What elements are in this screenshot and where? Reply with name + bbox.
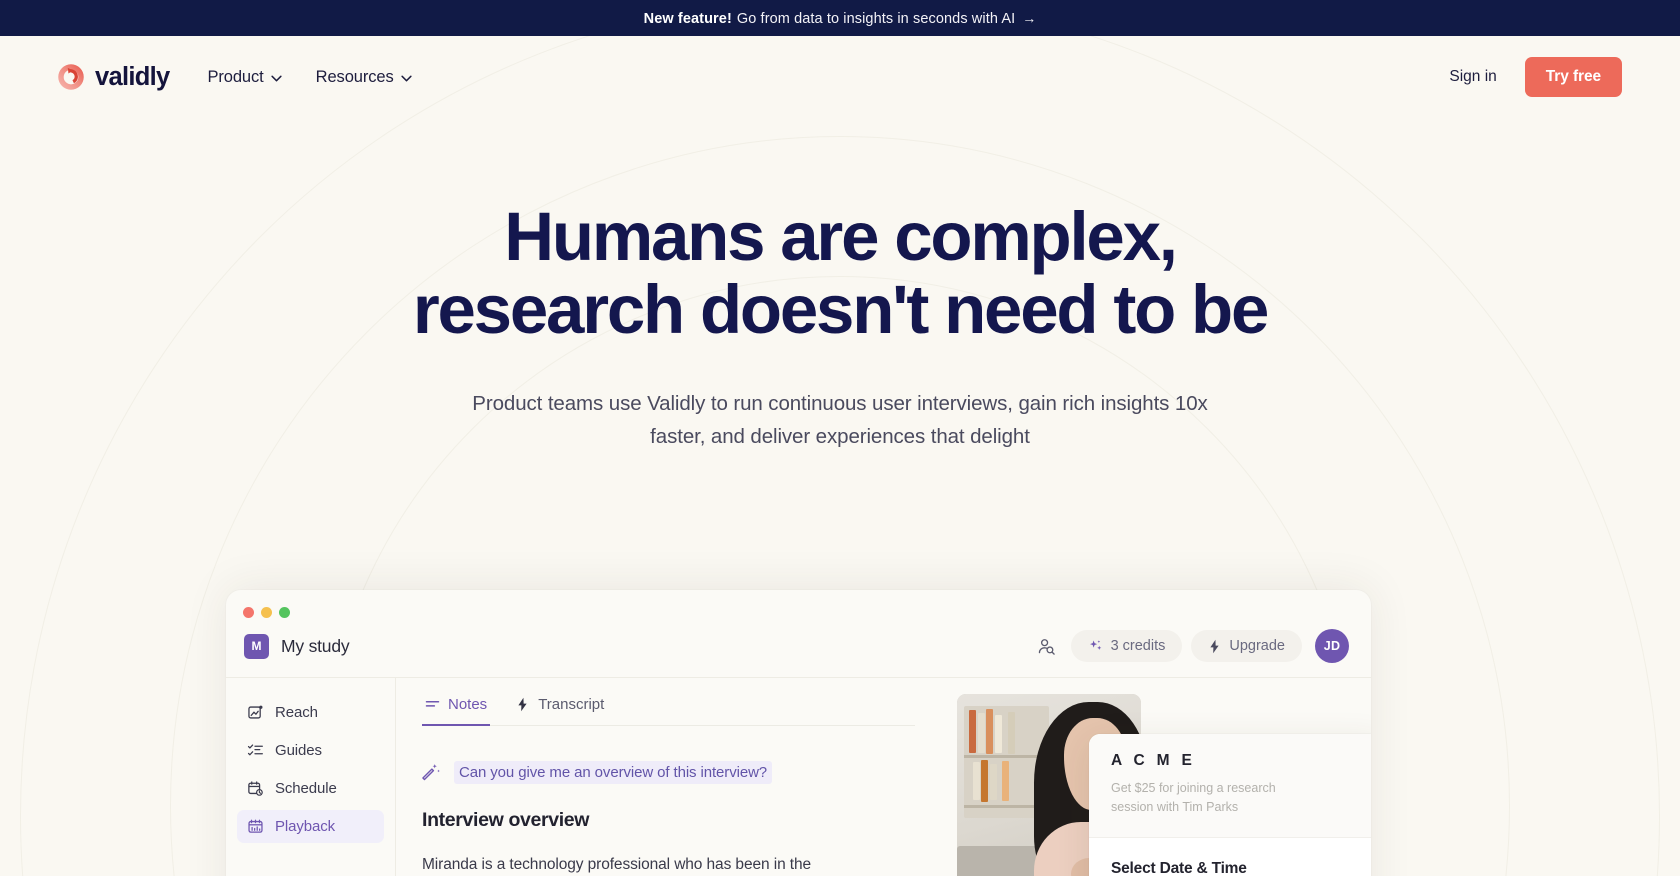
nav-item-resources[interactable]: Resources (316, 68, 412, 87)
announcement-bar[interactable]: New feature! Go from data to insights in… (0, 0, 1680, 36)
brand-logo-link[interactable]: validly (56, 62, 170, 92)
tab-transcript[interactable]: Transcript (512, 696, 607, 726)
app-header: M My study 3 credits Upgrade JD (226, 618, 1371, 678)
credits-pill[interactable]: 3 credits (1070, 630, 1183, 662)
checklist-icon (247, 744, 263, 756)
notes-pane: Notes Transcript Can you give me an over… (396, 678, 941, 876)
notes-tabs: Notes Transcript (422, 696, 915, 726)
notes-body: Miranda is a technology professional who… (422, 856, 812, 873)
sidebar-item-guides-label: Guides (275, 742, 322, 759)
nav-item-product[interactable]: Product (207, 67, 282, 87)
tab-transcript-label: Transcript (538, 696, 605, 713)
ai-prompt-row: Can you give me an overview of this inte… (422, 761, 915, 784)
close-window-dot[interactable] (243, 607, 254, 618)
app-preview-window: M My study 3 credits Upgrade JD Reach Gu… (226, 590, 1371, 876)
sidebar-item-playback[interactable]: Playback (237, 810, 384, 843)
app-body: Reach Guides Schedule Playback Notes Tra… (226, 678, 1371, 876)
video-laptop (957, 846, 1038, 876)
brand-name: validly (95, 62, 170, 91)
announcement-link[interactable]: New feature! Go from data to insights in… (644, 10, 1037, 27)
notes-heading: Interview overview (422, 809, 590, 831)
chevron-down-icon (401, 75, 412, 82)
calendar-clock-icon (248, 781, 263, 796)
page-title: Humans are complex, research doesn't nee… (280, 200, 1400, 346)
magic-wand-icon (422, 764, 440, 781)
study-avatar: M (244, 633, 269, 659)
notes-lines-icon (425, 700, 440, 707)
user-avatar[interactable]: JD (1315, 629, 1349, 663)
nav-item-resources-label: Resources (315, 67, 394, 86)
lightning-bolt-icon (518, 697, 527, 712)
ai-prompt-text: Can you give me an overview of this inte… (454, 761, 773, 784)
hero-section: Humans are complex, research doesn't nee… (0, 118, 1680, 454)
acme-incentive-text: Get $25 for joining a research session w… (1111, 781, 1276, 815)
headline-line-1: Humans are complex, (504, 198, 1178, 275)
window-traffic-lights (226, 590, 1371, 618)
app-sidebar: Reach Guides Schedule Playback (226, 678, 396, 876)
reach-icon (248, 705, 263, 719)
announcement-text: Go from data to insights in seconds with… (736, 10, 1016, 27)
sidebar-item-schedule-label: Schedule (275, 780, 337, 797)
announcement-strong: New feature! (643, 10, 732, 27)
user-search-icon (1038, 638, 1055, 655)
arrow-right-icon: → (1022, 9, 1037, 26)
tab-notes-label: Notes (448, 696, 488, 713)
maximize-window-dot[interactable] (279, 607, 290, 618)
lightning-bolt-icon (1210, 639, 1219, 653)
minimize-window-dot[interactable] (261, 607, 272, 618)
session-rail: A C M E Get $25 for joining a research s… (941, 678, 1371, 876)
nav-links: Product Resources (207, 67, 412, 87)
sidebar-item-playback-label: Playback (275, 818, 336, 835)
acme-heading: Select Date & Time (1111, 859, 1247, 876)
acme-card-body: Select Date & Time Limited availability … (1089, 836, 1371, 876)
upgrade-pill[interactable]: Upgrade (1191, 630, 1302, 662)
sign-in-link[interactable]: Sign in (1449, 68, 1496, 86)
sidebar-item-schedule[interactable]: Schedule (237, 772, 384, 805)
nav-actions: Sign in Try free (1449, 57, 1622, 97)
main-navigation: validly Product Resources Sign in Try fr… (0, 36, 1680, 118)
tab-notes[interactable]: Notes (422, 696, 491, 726)
nav-item-product-label: Product (207, 67, 264, 86)
app-header-actions: 3 credits Upgrade JD (1032, 629, 1349, 663)
upgrade-label: Upgrade (1229, 638, 1285, 654)
credits-label: 3 credits (1110, 638, 1166, 654)
headline-line-2: research doesn't need to be (412, 271, 1269, 349)
chevron-down-icon (271, 75, 282, 82)
sidebar-item-reach[interactable]: Reach (237, 696, 384, 729)
sidebar-item-reach-label: Reach (275, 704, 318, 721)
sidebar-item-guides[interactable]: Guides (237, 734, 384, 767)
acme-card-header: A C M E Get $25 for joining a research s… (1089, 734, 1371, 837)
try-free-button[interactable]: Try free (1524, 57, 1622, 97)
validly-swirl-logo-icon (58, 64, 84, 90)
user-search-button[interactable] (1032, 631, 1062, 661)
playback-calendar-icon (248, 819, 263, 833)
acme-logo: A C M E (1111, 752, 1196, 769)
hero-subheading: Product teams use Validly to run continu… (472, 392, 1208, 449)
study-title: My study (281, 635, 350, 656)
sparkles-icon (1089, 639, 1101, 650)
acme-booking-card: A C M E Get $25 for joining a research s… (1089, 734, 1371, 876)
